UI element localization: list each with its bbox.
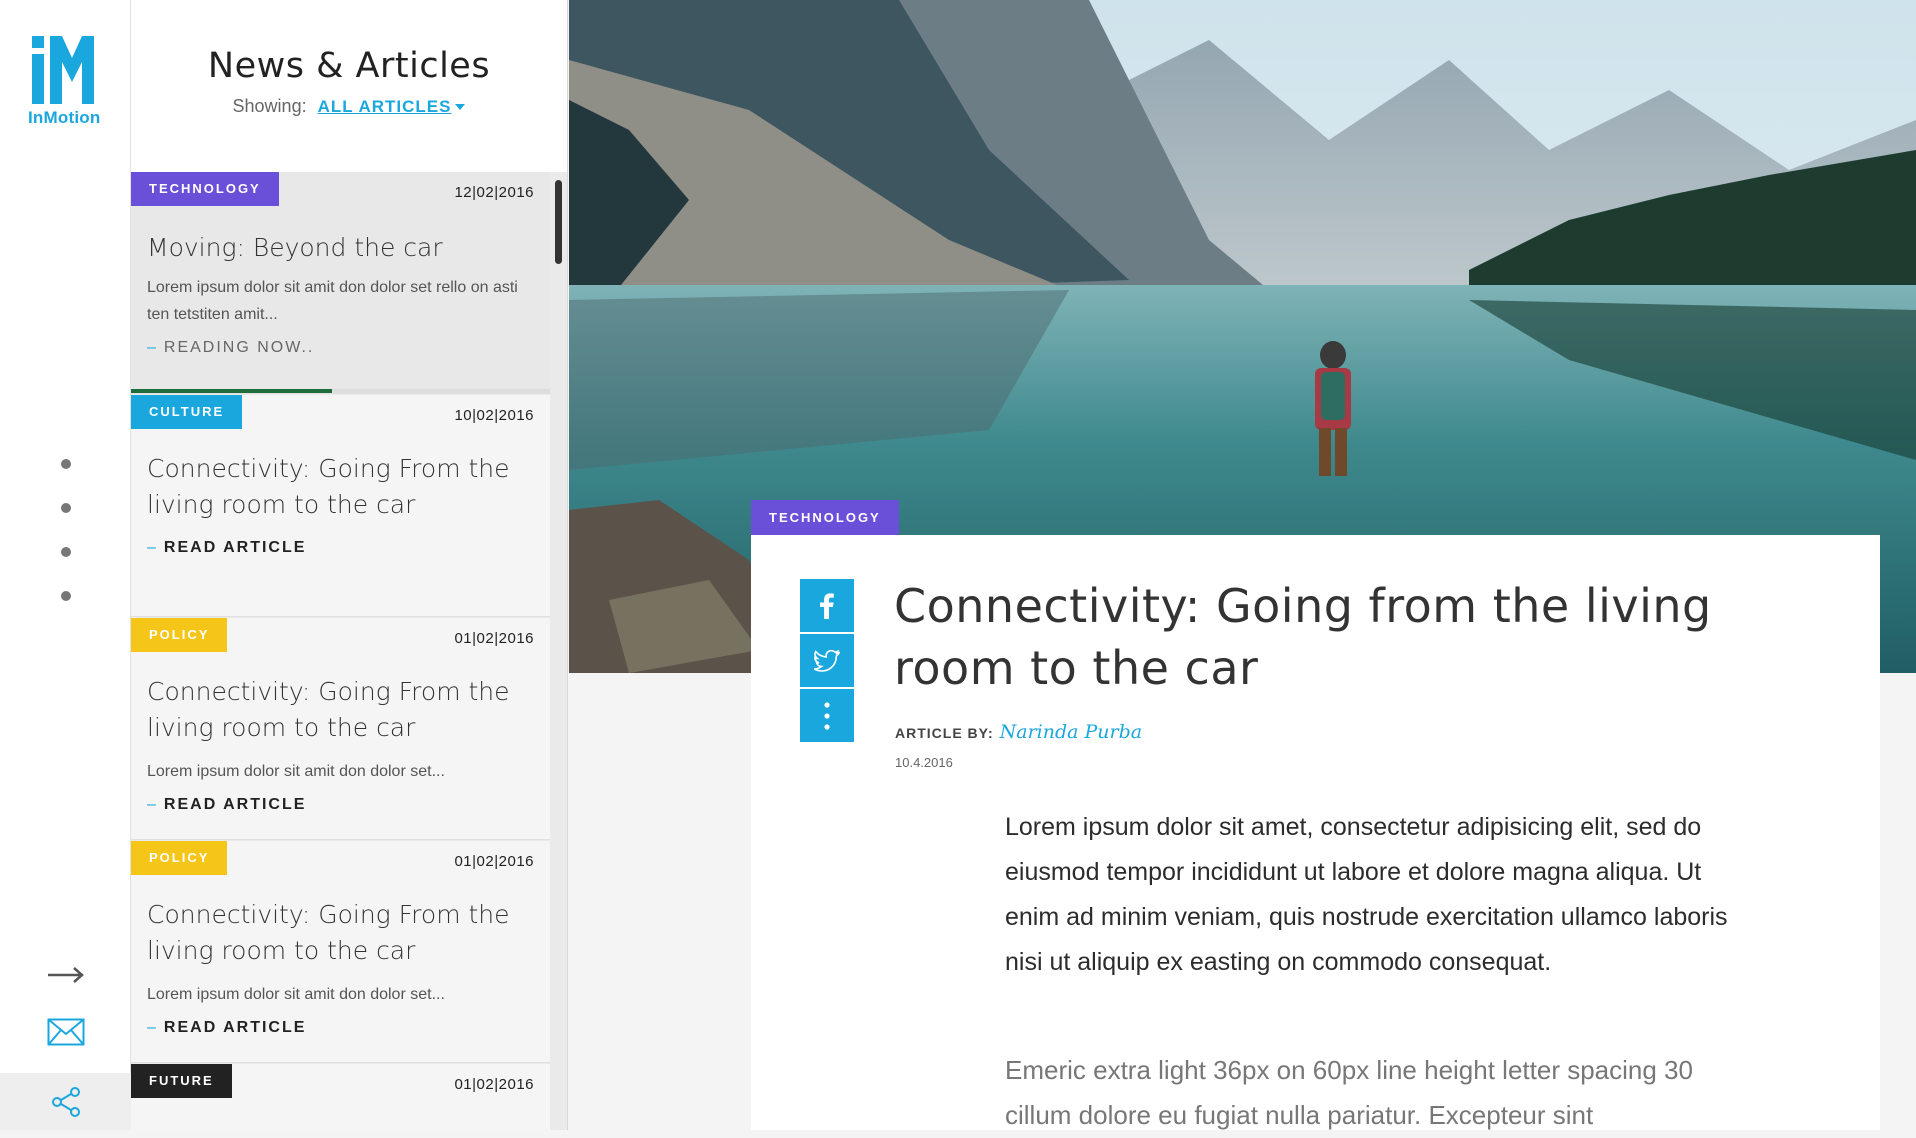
article-title: Connectivity: Going From the living room… [147, 454, 510, 519]
article-date: 12|02|2016 [454, 184, 534, 201]
social-share-bar [800, 579, 854, 744]
byline-label: ARTICLE BY: [895, 725, 994, 741]
panel-title: News & Articles [207, 46, 491, 86]
article-summary: Lorem ipsum dolor sit amit don dolor set… [147, 763, 445, 780]
category-tag: POLICY [131, 618, 228, 652]
reading-now-label: READING NOW.. [163, 339, 315, 356]
page-dot[interactable] [61, 503, 71, 513]
read-article-link[interactable]: – READ ARTICLE [147, 1019, 306, 1037]
article-card-5[interactable]: FUTURE 01|02|2016 [131, 1064, 550, 1130]
filter-label: ALL ARTICLES [317, 97, 452, 116]
article-card-1[interactable]: TECHNOLOGY 12|02|2016 Moving: Beyond the… [131, 172, 550, 394]
more-icon[interactable] [800, 689, 854, 742]
page-dot[interactable] [61, 591, 71, 601]
article-date: 01|02|2016 [454, 853, 534, 870]
byline: ARTICLE BY: Narinda Purba [895, 721, 1142, 743]
reading-progress-fill [131, 389, 333, 393]
read-article-label: READ ARTICLE [163, 1019, 307, 1036]
reading-progress [131, 389, 550, 393]
article-body: Connectivity: Going from the living room… [751, 535, 1880, 1130]
reading-now-indicator: – READING NOW.. [147, 339, 315, 356]
logo-mark-icon [32, 36, 94, 104]
facebook-icon[interactable] [800, 579, 854, 632]
article-card-4[interactable]: POLICY 01|02|2016 Connectivity: Going Fr… [131, 841, 550, 1063]
read-article-label: READ ARTICLE [163, 796, 307, 813]
page-dots [61, 459, 71, 635]
article-list-panel: News & Articles Showing: ALL ARTICLES TE… [131, 0, 568, 1130]
inmotion-logo[interactable]: InMotion [28, 36, 106, 128]
showing-label: Showing: [232, 96, 307, 116]
page-dot[interactable] [61, 459, 71, 469]
panel-header: News & Articles Showing: ALL ARTICLES [131, 0, 567, 172]
article-card-3[interactable]: POLICY 01|02|2016 Connectivity: Going Fr… [131, 618, 550, 840]
category-tag: TECHNOLOGY [131, 172, 279, 206]
read-article-label: READ ARTICLE [163, 539, 307, 556]
category-tag: FUTURE [131, 1064, 232, 1098]
left-rail: InMotion [0, 0, 131, 1130]
article-lead-paragraph: Lorem ipsum dolor sit amet, consectetur … [1005, 813, 1728, 976]
filter-row: Showing: ALL ARTICLES [131, 96, 567, 117]
article-paragraph: Emeric extra light 36px on 60px line hei… [1005, 1055, 1693, 1130]
article-summary: Lorem ipsum dolor sit amit don dolor set… [147, 986, 445, 1003]
article-category-tag: TECHNOLOGY [751, 500, 899, 536]
category-tag: POLICY [131, 841, 228, 875]
twitter-icon[interactable] [800, 634, 854, 687]
article-summary: Lorem ipsum dolor sit amit don dolor set… [147, 279, 518, 323]
caret-down-icon[interactable] [455, 104, 466, 111]
article-title: Moving: Beyond the car [147, 233, 443, 262]
article-date: 10|02|2016 [454, 407, 534, 424]
share-icon[interactable] [0, 1073, 131, 1130]
publish-date: 10.4.2016 [895, 755, 953, 770]
article-date: 01|02|2016 [454, 1076, 534, 1093]
article-title: Connectivity: Going From the living room… [147, 900, 510, 965]
mail-icon[interactable] [0, 1012, 131, 1052]
category-tag: CULTURE [131, 395, 243, 429]
list-scrollbar[interactable] [555, 180, 562, 264]
read-article-link[interactable]: – READ ARTICLE [147, 796, 306, 814]
read-article-link[interactable]: – READ ARTICLE [147, 539, 306, 557]
article-title: Connectivity: Going From the living room… [147, 677, 510, 742]
logo-text: InMotion [28, 108, 101, 127]
filter-dropdown[interactable]: ALL ARTICLES [318, 97, 452, 116]
page-dot[interactable] [61, 547, 71, 557]
article-date: 01|02|2016 [454, 630, 534, 647]
article-title: Connectivity: Going from the living room… [894, 579, 1712, 695]
article-card-2[interactable]: CULTURE 10|02|2016 Connectivity: Going F… [131, 395, 550, 617]
arrow-right-icon[interactable] [0, 955, 131, 995]
author-link[interactable]: Narinda Purba [1000, 721, 1142, 743]
